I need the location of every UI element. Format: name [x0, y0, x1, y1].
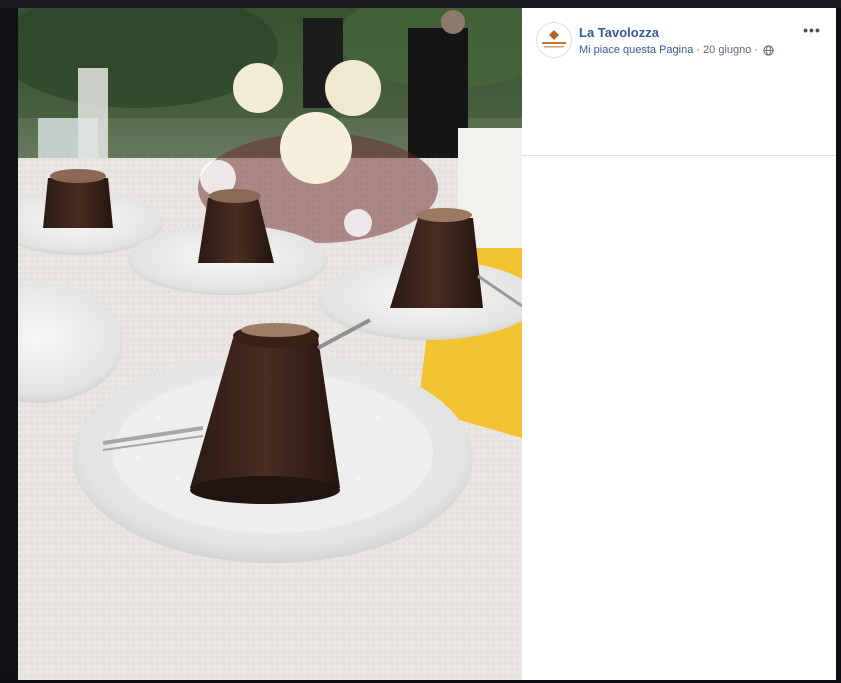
- post-comments-area: [522, 156, 836, 680]
- post-photo[interactable]: [18, 8, 522, 680]
- globe-icon[interactable]: [763, 44, 774, 56]
- post-date[interactable]: 20 giugno: [703, 44, 751, 56]
- meta-separator: ·: [696, 44, 701, 56]
- backdrop-top: [0, 0, 841, 8]
- dessert-photo: [18, 8, 522, 680]
- page-avatar[interactable]: [536, 22, 572, 58]
- page-name-link[interactable]: La Tavolozza: [579, 25, 659, 40]
- post-header: La Tavolozza Mi piace questa Pagina · 20…: [522, 8, 836, 156]
- backdrop-right[interactable]: [836, 8, 841, 683]
- post-side-panel: La Tavolozza Mi piace questa Pagina · 20…: [522, 8, 836, 680]
- more-options-icon[interactable]: •••: [802, 23, 822, 37]
- backdrop-left[interactable]: [0, 8, 18, 683]
- meta-separator: ·: [754, 44, 759, 56]
- post-meta: Mi piace questa Pagina · 20 giugno ·: [579, 44, 774, 56]
- tavolozza-logo-icon: [537, 23, 571, 57]
- like-page-link[interactable]: Mi piace questa Pagina: [579, 44, 693, 56]
